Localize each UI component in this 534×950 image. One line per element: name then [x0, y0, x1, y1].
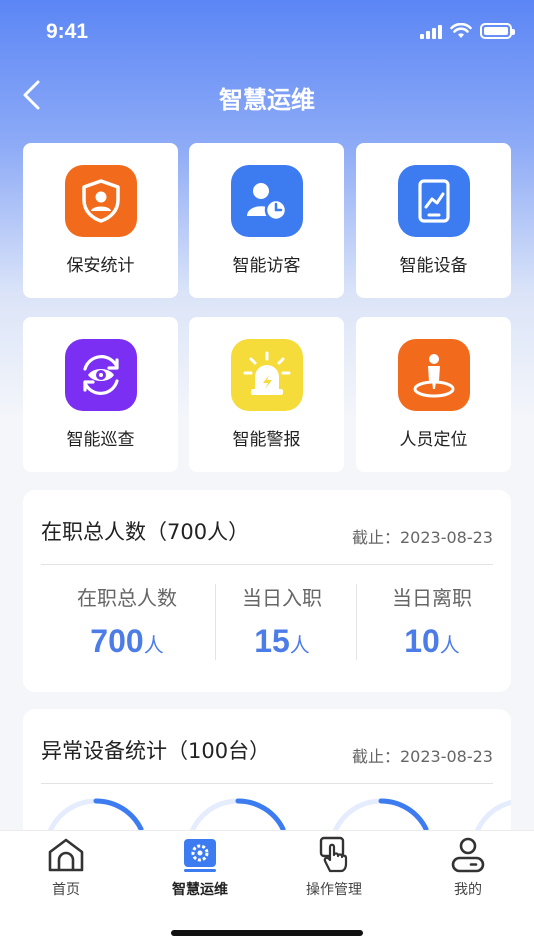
stat-onboarded-today: 当日入职 15人: [212, 582, 352, 660]
card-title: 异常设备统计（100台）: [41, 739, 271, 763]
stat-separator: [356, 584, 357, 660]
tile-smart-device[interactable]: 智能设备: [356, 143, 511, 298]
staff-count-card: 在职总人数（700人） 截止：2023-08-23 在职总人数 700人 当日入…: [23, 490, 511, 692]
divider: [41, 783, 493, 784]
device-chart-icon: [397, 165, 470, 237]
stat-unit: 人: [439, 635, 460, 657]
stat-left-today: 当日离职 10人: [362, 582, 502, 660]
tab-label: 首页: [52, 882, 80, 898]
home-indicator[interactable]: [171, 930, 363, 936]
tab-profile[interactable]: 我的: [413, 835, 523, 899]
tile-person-location[interactable]: 人员定位: [356, 317, 511, 472]
tile-label: 智能设备: [399, 256, 468, 276]
stat-label: 当日离职: [392, 586, 472, 610]
home-icon: [44, 835, 88, 875]
card-date: 截止：2023-08-23: [352, 747, 493, 766]
tab-label: 我的: [454, 882, 482, 898]
stat-label: 当日入职: [242, 586, 322, 610]
nav-bar: 智慧运维: [0, 70, 534, 120]
maintenance-gear-icon: [178, 835, 222, 875]
tab-label: 操作管理: [306, 882, 362, 898]
tile-smart-alarm[interactable]: 智能警报: [189, 317, 344, 472]
touch-hand-icon: [312, 835, 356, 875]
stat-value: 700人: [57, 623, 197, 660]
status-time: 9:41: [46, 20, 89, 43]
tab-smart-maintenance[interactable]: 智慧运维: [145, 835, 255, 899]
tab-home[interactable]: 首页: [11, 835, 121, 899]
stat-value: 10人: [362, 623, 502, 660]
visitor-icon: [230, 165, 303, 237]
stat-value: 15人: [212, 623, 352, 660]
tile-label: 保安统计: [66, 256, 135, 276]
card-date: 截止：2023-08-23: [352, 528, 493, 547]
wifi-icon: [450, 23, 472, 38]
tile-label: 智能警报: [232, 430, 301, 450]
stat-unit: 人: [143, 635, 164, 657]
tile-label: 人员定位: [399, 430, 468, 450]
stat-number: 15: [254, 623, 290, 659]
status-icons: [420, 23, 515, 39]
tile-smart-visitor[interactable]: 智能访客: [189, 143, 344, 298]
cellular-signal-icon: [420, 23, 442, 39]
stat-label: 在职总人数: [77, 586, 177, 610]
tile-security-stats[interactable]: 保安统计: [23, 143, 178, 298]
status-bar: 9:41: [0, 0, 534, 64]
divider: [41, 564, 493, 565]
security-guard-icon: [64, 165, 137, 237]
tab-operations[interactable]: 操作管理: [279, 835, 389, 899]
page-title: 智慧运维: [219, 86, 315, 114]
card-title: 在职总人数（700人）: [41, 520, 250, 544]
stat-total-staff: 在职总人数 700人: [57, 582, 197, 660]
tab-label: 智慧运维: [172, 882, 228, 898]
stat-unit: 人: [289, 635, 310, 657]
tile-smart-patrol[interactable]: 智能巡查: [23, 317, 178, 472]
alarm-light-icon: [230, 339, 303, 411]
person-location-icon: [397, 339, 470, 411]
tile-label: 智能访客: [232, 256, 301, 276]
tile-label: 智能巡查: [66, 430, 135, 450]
patrol-eye-icon: [64, 339, 137, 411]
stat-number: 700: [90, 623, 144, 659]
battery-icon: [480, 23, 515, 39]
profile-icon: [446, 835, 490, 875]
stat-number: 10: [404, 623, 440, 659]
